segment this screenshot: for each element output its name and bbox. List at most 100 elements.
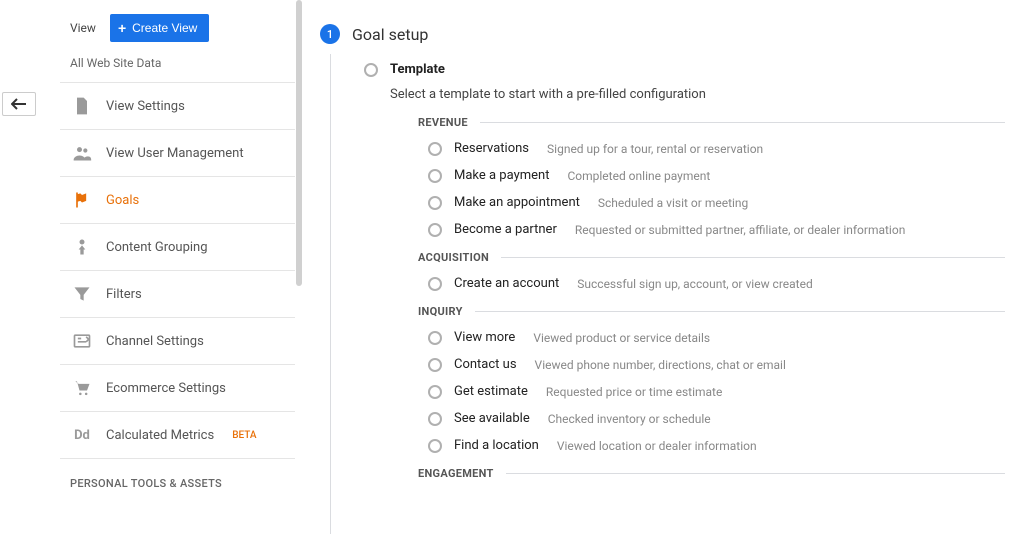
nav-view-user-management[interactable]: View User Management [60, 130, 295, 177]
divider-line [506, 473, 1005, 474]
category-label: REVENUE [418, 116, 468, 129]
filter-icon [72, 284, 92, 304]
goal-option[interactable]: Make a payment Completed online payment [428, 168, 1005, 183]
category-block: REVENUE ReservationsSigned up for a tour,… [418, 116, 1005, 237]
view-label: View [70, 21, 96, 35]
person-up-icon [72, 237, 92, 257]
goal-option-name: Get estimate [454, 384, 528, 399]
category-block: ACQUISITION Create an account Successful s… [418, 251, 1005, 291]
goal-option-desc: Viewed phone number, directions, chat or… [535, 358, 786, 372]
goal-option-name: View more [454, 330, 515, 345]
goal-option-name: Become a partner [454, 222, 557, 237]
scroll-thumb[interactable] [296, 0, 302, 286]
goal-option-radio[interactable] [428, 412, 442, 426]
goal-option-desc: Viewed location or dealer information [557, 439, 757, 453]
goal-option-radio[interactable] [428, 331, 442, 345]
goal-option-desc: Requested price or time estimate [546, 385, 722, 399]
file-icon [72, 96, 92, 116]
channel-icon [72, 331, 92, 351]
goal-option-radio[interactable] [428, 439, 442, 453]
goal-option-desc: Successful sign up, account, or view cre… [577, 277, 812, 291]
step-header: 1 Goal setup [320, 24, 1005, 44]
all-web-site-data[interactable]: All Web Site Data [60, 46, 295, 80]
view-header: View + Create View [60, 10, 295, 46]
back-button[interactable] [2, 92, 36, 116]
goal-option[interactable]: Find a location Viewed location or dealer… [428, 438, 1005, 453]
goal-option-desc: Scheduled a visit or meeting [598, 196, 748, 210]
nav-filters[interactable]: Filters [60, 271, 295, 318]
sidebar-scrollbar[interactable] [296, 0, 302, 286]
goal-option[interactable]: Contact us Viewed phone number, direction… [428, 357, 1005, 372]
goal-option-radio[interactable] [428, 385, 442, 399]
goal-option-radio[interactable] [428, 196, 442, 210]
goal-option-desc: Requested or submitted partner, affiliat… [575, 223, 905, 237]
category-header: REVENUE [418, 116, 1005, 129]
category-label: INQUIRY [418, 305, 463, 318]
step-vertical-line [330, 54, 331, 534]
goal-option[interactable]: Become a partner Requested or submitted p… [428, 222, 1005, 237]
category-label: ENGAGEMENT [418, 467, 494, 480]
goal-option[interactable]: Get estimate Requested price or time esti… [428, 384, 1005, 399]
goal-option-desc: Viewed product or service details [533, 331, 710, 345]
goal-option-radio[interactable] [428, 169, 442, 183]
goal-option-radio[interactable] [428, 277, 442, 291]
create-view-label: Create View [132, 21, 197, 35]
template-radio[interactable] [364, 63, 378, 77]
nav-label: Content Grouping [106, 240, 208, 255]
divider-line [501, 257, 1005, 258]
nav-label: View User Management [106, 146, 244, 161]
goal-option[interactable]: Create an account Successful sign up, acc… [428, 276, 1005, 291]
create-view-button[interactable]: + Create View [110, 14, 209, 42]
nav-channel-settings[interactable]: Channel Settings [60, 318, 295, 365]
nav-label: View Settings [106, 99, 185, 114]
nav-content-grouping[interactable]: Content Grouping [60, 224, 295, 271]
nav-label: Calculated Metrics [106, 428, 214, 443]
arrow-left-icon [11, 98, 27, 110]
category-header: ACQUISITION [418, 251, 1005, 264]
categories-container: REVENUE ReservationsSigned up for a tour,… [364, 116, 1005, 480]
nav-label: Goals [106, 193, 139, 208]
nav-label: Ecommerce Settings [106, 381, 226, 396]
nav-ecommerce-settings[interactable]: Ecommerce Settings [60, 365, 295, 412]
goal-option-radio[interactable] [428, 223, 442, 237]
plus-icon: + [118, 20, 126, 36]
goal-option-radio[interactable] [428, 358, 442, 372]
divider-line [475, 311, 1005, 312]
category-block: INQUIRY View more Viewed product or servic… [418, 305, 1005, 453]
cart-icon [72, 378, 92, 398]
category-label: ACQUISITION [418, 251, 489, 264]
template-subtext: Select a template to start with a pre-fi… [390, 87, 1005, 102]
goal-option-desc: Signed up for a tour, rental or reservat… [547, 142, 763, 156]
goal-option-name: Find a location [454, 438, 539, 453]
nav-label: Filters [106, 287, 142, 302]
goal-option-name: Make a payment [454, 168, 549, 183]
personal-tools-assets-heading: PERSONAL TOOLS & ASSETS [60, 459, 295, 498]
goal-option[interactable]: See available Checked inventory or schedu… [428, 411, 1005, 426]
step-title: Goal setup [352, 25, 428, 44]
dd-icon: Dd [72, 425, 92, 445]
nav-goals[interactable]: Goals [60, 177, 295, 224]
category-block: ENGAGEMENT [418, 467, 1005, 480]
template-option[interactable]: Template [364, 62, 1005, 77]
category-header: ENGAGEMENT [418, 467, 1005, 480]
goal-option[interactable]: View more Viewed product or service detai… [428, 330, 1005, 345]
nav-label: Channel Settings [106, 334, 204, 349]
main-content: 1 Goal setup Template Select a template … [320, 24, 1005, 480]
flag-icon [72, 190, 92, 210]
goal-option-name: Contact us [454, 357, 517, 372]
category-header: INQUIRY [418, 305, 1005, 318]
goal-option[interactable]: Make an appointmentScheduled a visit or … [428, 195, 1005, 210]
step-number-badge: 1 [320, 24, 340, 44]
goal-option-radio[interactable] [428, 142, 442, 156]
beta-badge: BETA [232, 430, 256, 441]
template-label: Template [390, 62, 445, 77]
divider-line [480, 122, 1005, 123]
goal-option-desc: Completed online payment [567, 169, 710, 183]
goal-option[interactable]: ReservationsSigned up for a tour, rental… [428, 141, 1005, 156]
goal-option-desc: Checked inventory or schedule [548, 412, 711, 426]
nav-calculated-metrics[interactable]: Dd Calculated Metrics BETA [60, 412, 295, 459]
goal-option-name: Create an account [454, 276, 559, 291]
step-body: Template Select a template to start with… [364, 62, 1005, 480]
goal-option-name: See available [454, 411, 530, 426]
nav-view-settings[interactable]: View Settings [60, 83, 295, 130]
